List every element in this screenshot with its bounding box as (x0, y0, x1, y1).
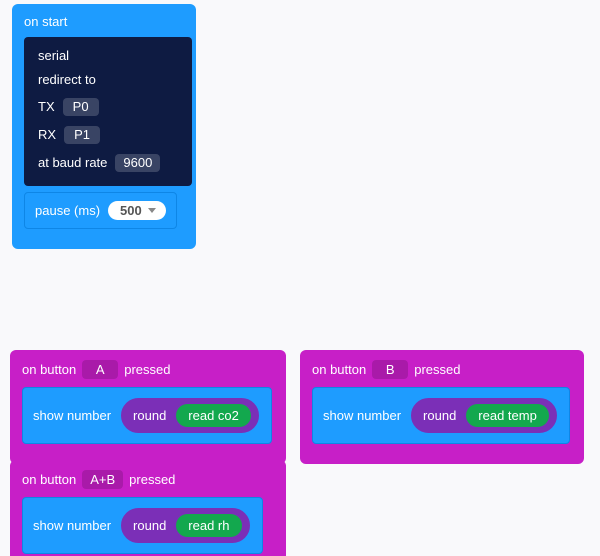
round-b-label: round (423, 408, 456, 423)
on-button-a-which[interactable]: A (82, 360, 118, 379)
read-rh-label: read rh (188, 518, 229, 533)
serial-tx-pin[interactable]: P0 (63, 98, 99, 116)
on-button-ab-suffix: pressed (129, 472, 175, 487)
round-a-label: round (133, 408, 166, 423)
serial-rx-row: RX P1 (38, 126, 100, 144)
show-number-b-label: show number (323, 408, 401, 423)
serial-baud-value[interactable]: 9600 (115, 154, 160, 172)
on-button-ab-block[interactable]: on button A+B pressed show number round … (10, 460, 286, 556)
on-button-b-which[interactable]: B (372, 360, 408, 379)
pause-block[interactable]: pause (ms) 500 (24, 192, 177, 229)
serial-tx-row: TX P0 (38, 98, 99, 116)
show-number-ab-label: show number (33, 518, 111, 533)
show-number-ab-block[interactable]: show number round read rh (22, 497, 263, 554)
serial-baud-label: at baud rate (38, 156, 107, 170)
pause-label: pause (ms) (35, 203, 100, 218)
on-button-b-suffix: pressed (414, 362, 460, 377)
makecode-workspace: on start serial redirect to TX P0 RX P1 … (0, 0, 600, 556)
round-ab-reporter[interactable]: round read rh (119, 506, 251, 545)
serial-rx-pin[interactable]: P1 (64, 126, 100, 144)
on-button-a-suffix: pressed (124, 362, 170, 377)
read-temp-reporter[interactable]: read temp (464, 402, 551, 429)
on-button-a-block[interactable]: on button A pressed show number round re… (10, 350, 286, 464)
on-button-ab-header: on button A+B pressed (18, 468, 278, 491)
round-b-reporter[interactable]: round read temp (409, 396, 559, 435)
show-number-b-block[interactable]: show number round read temp (312, 387, 570, 444)
on-button-b-header: on button B pressed (308, 358, 576, 381)
round-a-reporter[interactable]: round read co2 (119, 396, 261, 435)
serial-redirect-label: redirect to (38, 73, 96, 87)
on-button-a-header: on button A pressed (18, 358, 278, 381)
round-ab-label: round (133, 518, 166, 533)
on-button-b-block[interactable]: on button B pressed show number round re… (300, 350, 584, 464)
on-start-text: on start (24, 14, 67, 29)
read-co2-reporter[interactable]: read co2 (174, 402, 253, 429)
on-start-block[interactable]: on start serial redirect to TX P0 RX P1 … (12, 4, 196, 249)
serial-baud-row: at baud rate 9600 (38, 154, 160, 172)
on-button-ab-prefix: on button (22, 472, 76, 487)
serial-tx-label: TX (38, 100, 55, 114)
pause-value-dropdown[interactable]: 500 (108, 201, 166, 220)
serial-redirect-block[interactable]: serial redirect to TX P0 RX P1 at baud r… (24, 37, 192, 186)
show-number-a-block[interactable]: show number round read co2 (22, 387, 272, 444)
chevron-down-icon (148, 208, 156, 213)
read-rh-reporter[interactable]: read rh (174, 512, 243, 539)
pause-value: 500 (120, 203, 142, 218)
serial-rx-label: RX (38, 128, 56, 142)
on-start-label: on start (20, 12, 188, 31)
serial-title: serial (38, 49, 69, 63)
read-co2-label: read co2 (188, 408, 239, 423)
on-button-a-prefix: on button (22, 362, 76, 377)
show-number-a-label: show number (33, 408, 111, 423)
on-button-b-prefix: on button (312, 362, 366, 377)
on-button-ab-which[interactable]: A+B (82, 470, 123, 489)
read-temp-label: read temp (478, 408, 537, 423)
